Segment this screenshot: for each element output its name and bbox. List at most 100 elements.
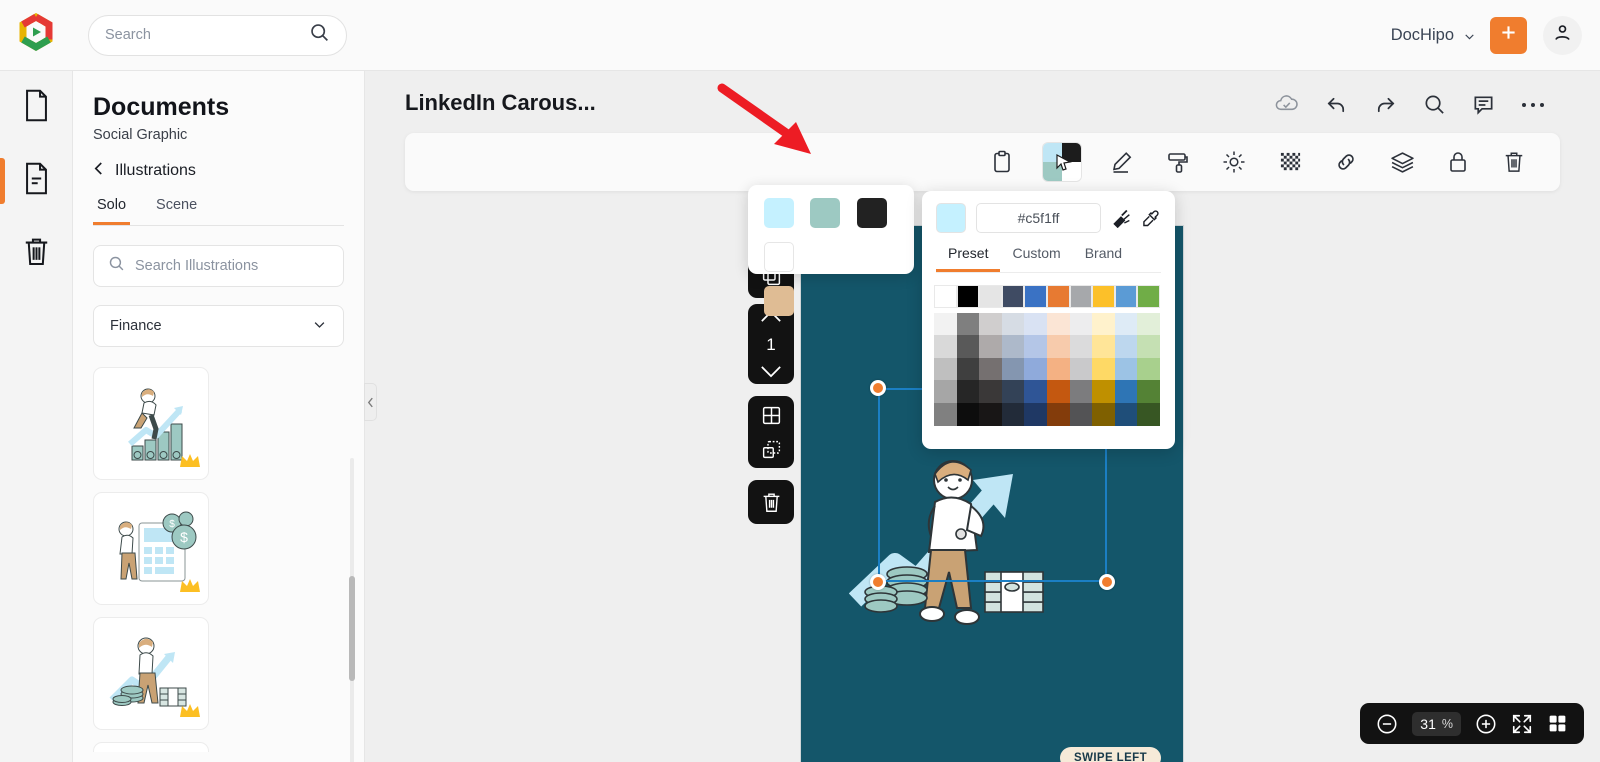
preset-color-2-9[interactable] (1137, 357, 1160, 381)
doc-color-swatch-4[interactable] (764, 242, 794, 272)
user-avatar[interactable] (1543, 15, 1582, 55)
preset-color-0-8[interactable] (1114, 312, 1138, 336)
trash-icon[interactable] (752, 480, 790, 524)
preset-color-3-3[interactable] (1001, 380, 1025, 403)
preset-color-0-9[interactable] (1137, 312, 1160, 336)
select-object-icon[interactable] (752, 434, 790, 464)
preset-color-3-4[interactable] (1024, 380, 1047, 403)
preset-color-0-7[interactable] (1092, 312, 1115, 336)
preset-color-0-3[interactable] (1001, 312, 1025, 336)
resize-handle-bottom-left[interactable] (870, 574, 886, 590)
preset-color-1-3[interactable] (1001, 335, 1025, 358)
preset-color-1-0[interactable] (934, 335, 957, 358)
preset-color-1-7[interactable] (1092, 335, 1115, 358)
preset-color-2-6[interactable] (1069, 357, 1093, 381)
dochipo-logo-icon[interactable] (14, 12, 58, 57)
panel-collapse-button[interactable] (364, 383, 377, 421)
eyedropper-icon[interactable] (1141, 208, 1161, 228)
preset-color-4-2[interactable] (979, 402, 1002, 426)
global-search[interactable] (88, 14, 347, 56)
no-fill-icon[interactable] (1111, 208, 1131, 228)
current-color-chip[interactable] (936, 203, 966, 233)
illustration-search-input[interactable] (135, 258, 329, 274)
paint-roller-icon[interactable] (1163, 147, 1193, 177)
tab-custom[interactable]: Custom (1000, 245, 1072, 272)
chevron-left-icon[interactable] (93, 161, 104, 181)
sparkle-icon[interactable] (1219, 147, 1249, 177)
checker-grid-icon[interactable] (1275, 147, 1305, 177)
preset-color-1-8[interactable] (1114, 335, 1138, 358)
preset-color-3-5[interactable] (1046, 380, 1070, 403)
preset-color-3-0[interactable] (934, 380, 957, 403)
preset-color-2-1[interactable] (956, 357, 980, 381)
preset-color-2-2[interactable] (979, 357, 1002, 381)
preset-color-2-5[interactable] (1046, 357, 1070, 381)
illustration-search[interactable] (93, 245, 344, 287)
preset-color-4-6[interactable] (1069, 402, 1093, 426)
tab-scene[interactable]: Scene (152, 197, 201, 225)
preset-color-0-5[interactable] (1046, 312, 1070, 336)
preset-color-0-6[interactable] (1069, 312, 1093, 336)
preset-color-2-0[interactable] (934, 357, 957, 381)
preset-color-0-4[interactable] (1024, 312, 1047, 336)
preset-color-base-1[interactable] (956, 285, 980, 308)
comment-icon[interactable] (1472, 93, 1495, 116)
scrollbar-thumb[interactable] (349, 576, 355, 681)
clipboard-icon[interactable] (987, 147, 1017, 177)
minus-circle-icon[interactable] (1376, 713, 1398, 735)
preset-color-base-0[interactable] (934, 285, 957, 308)
list-item[interactable]: $ $ (93, 492, 209, 605)
preset-color-base-9[interactable] (1137, 285, 1160, 308)
preset-color-3-8[interactable] (1114, 380, 1138, 403)
cloud-check-icon[interactable] (1274, 92, 1299, 117)
preset-color-4-5[interactable] (1046, 402, 1070, 426)
preset-color-2-4[interactable] (1024, 357, 1047, 381)
doc-color-swatch-3[interactable] (856, 198, 887, 228)
preset-color-4-9[interactable] (1137, 402, 1160, 426)
preset-color-1-1[interactable] (956, 335, 980, 358)
list-item[interactable] (93, 742, 209, 752)
preset-color-base-2[interactable] (979, 285, 1002, 308)
preset-color-base-7[interactable] (1092, 285, 1115, 308)
color-swatch-icon[interactable] (1043, 143, 1081, 181)
document-title[interactable]: LinkedIn Carous... (405, 90, 596, 116)
preset-color-4-1[interactable] (956, 402, 980, 426)
search-icon[interactable] (1423, 93, 1446, 116)
tab-preset[interactable]: Preset (936, 245, 1001, 272)
preset-color-base-5[interactable] (1046, 285, 1070, 308)
layers-icon[interactable] (1387, 147, 1417, 177)
expand-icon[interactable] (1511, 713, 1533, 735)
zoom-value-field[interactable]: 31 % (1412, 711, 1461, 736)
preset-color-0-0[interactable] (934, 312, 957, 336)
preset-color-base-3[interactable] (1001, 285, 1025, 308)
preset-color-base-6[interactable] (1069, 285, 1093, 308)
preset-color-1-5[interactable] (1046, 335, 1070, 358)
resize-handle-bottom-right[interactable] (1099, 574, 1115, 590)
grid-icon[interactable] (752, 400, 790, 430)
preset-color-3-7[interactable] (1092, 380, 1115, 403)
preset-color-2-3[interactable] (1001, 357, 1025, 381)
workspace-selector[interactable]: DocHipo (1391, 26, 1474, 45)
preset-color-1-2[interactable] (979, 335, 1002, 358)
pencil-icon[interactable] (1107, 147, 1137, 177)
grid-pages-icon[interactable] (1547, 713, 1568, 734)
preset-color-3-6[interactable] (1069, 380, 1093, 403)
doc-color-swatch-5[interactable] (764, 286, 794, 316)
undo-arrow-icon[interactable] (1325, 93, 1348, 116)
link-icon[interactable] (1331, 147, 1361, 177)
chevron-down-icon[interactable] (752, 360, 790, 384)
rail-item-blank-document[interactable] (0, 71, 73, 144)
tab-brand[interactable]: Brand (1073, 245, 1134, 272)
plus-circle-icon[interactable] (1475, 713, 1497, 735)
breadcrumb[interactable]: Illustrations (93, 161, 364, 181)
preset-color-1-9[interactable] (1137, 335, 1160, 358)
preset-color-3-2[interactable] (979, 380, 1002, 403)
tab-solo[interactable]: Solo (93, 197, 131, 225)
preset-color-4-4[interactable] (1024, 402, 1047, 426)
preset-color-1-6[interactable] (1069, 335, 1093, 358)
doc-color-swatch-1[interactable] (764, 198, 794, 228)
search-icon[interactable] (309, 22, 330, 48)
preset-color-2-8[interactable] (1114, 357, 1138, 381)
preset-color-4-7[interactable] (1092, 402, 1115, 426)
rail-item-my-documents[interactable] (0, 144, 73, 217)
